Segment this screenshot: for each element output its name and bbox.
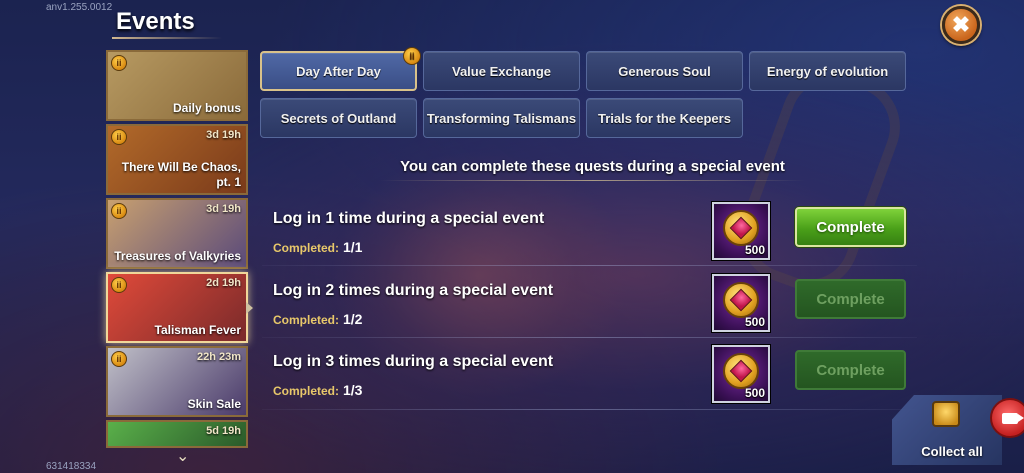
tab-label: Day After Day (296, 63, 381, 79)
tab-day-after-day[interactable]: Day After Day ii (260, 47, 421, 91)
event-card-partial[interactable]: 5d 19h (106, 420, 248, 448)
event-label: Treasures of Valkyries (114, 249, 241, 263)
gift-badge-icon: ii (403, 47, 421, 65)
collect-all-label: Collect all (921, 444, 983, 459)
event-card-talisman-fever[interactable]: ii 2d 19h Talisman Fever (106, 272, 248, 343)
quest-row: Log in 3 times during a special event Co… (262, 345, 917, 411)
collect-all-button[interactable]: Collect all (892, 395, 1002, 465)
progress-value: 1/1 (343, 239, 363, 255)
quest-description: Log in 1 time during a special event (273, 210, 545, 227)
video-camera-icon (1002, 412, 1024, 424)
tab-label: Secrets of Outland (280, 110, 397, 126)
close-button[interactable]: ✖ (942, 6, 980, 44)
tab-label: Value Exchange (452, 63, 551, 79)
talisman-coin-icon (723, 282, 759, 318)
tab-trials-for-the-keepers[interactable]: Trials for the Keepers (586, 98, 743, 138)
chest-icon (932, 401, 960, 427)
quest-progress: Completed: 1/3 (273, 382, 362, 398)
title-underline (112, 37, 222, 39)
tab-label: Generous Soul (618, 63, 711, 79)
heading-divider (380, 180, 805, 181)
version-label: anv1.255.0012 (46, 2, 113, 13)
event-timer: 3d 19h (206, 203, 241, 215)
event-timer: 22h 23m (196, 351, 241, 363)
complete-button[interactable]: Complete (795, 350, 906, 390)
close-icon: ✖ (951, 12, 971, 37)
selected-indicator-icon (246, 302, 253, 314)
gift-badge-icon: ii (111, 351, 127, 367)
tab-secrets-of-outland[interactable]: Secrets of Outland (260, 98, 417, 138)
quest-description: Log in 3 times during a special event (273, 353, 554, 370)
gift-badge-icon: ii (111, 203, 127, 219)
tab-generous-soul[interactable]: Generous Soul (586, 51, 743, 91)
quest-divider (262, 409, 917, 410)
quest-progress: Completed: 1/2 (273, 311, 362, 327)
gift-badge-icon: ii (111, 129, 127, 145)
event-card-skin-sale[interactable]: ii 22h 23m Skin Sale (106, 346, 248, 417)
progress-value: 1/2 (343, 311, 363, 327)
tab-value-exchange[interactable]: Value Exchange (423, 51, 580, 91)
tab-transforming-talismans[interactable]: Transforming Talismans (423, 98, 580, 138)
reward-count: 500 (744, 315, 765, 329)
gift-badge-icon: ii (111, 277, 127, 293)
reward-item[interactable]: 500 (712, 345, 770, 403)
scroll-down-icon[interactable]: ⌄ (176, 446, 189, 466)
quest-description: Log in 2 times during a special event (273, 282, 554, 299)
talisman-coin-icon (723, 210, 759, 246)
event-label: Skin Sale (187, 397, 241, 411)
record-button[interactable] (990, 398, 1024, 438)
complete-button[interactable]: Complete (795, 207, 906, 247)
event-label: There Will Be Chaos, pt. 1 (121, 160, 241, 189)
build-id: 631418334 (46, 461, 97, 472)
quest-progress: Completed: 1/1 (273, 239, 362, 255)
reward-item[interactable]: 500 (712, 202, 770, 260)
event-timer: 3d 19h (206, 129, 241, 141)
complete-button[interactable]: Complete (795, 279, 906, 319)
quest-row: Log in 2 times during a special event Co… (262, 274, 917, 340)
tab-label: Energy of evolution (766, 63, 889, 79)
quest-divider (262, 265, 917, 266)
reward-count: 500 (744, 386, 765, 400)
quest-row: Log in 1 time during a special event Com… (262, 202, 917, 268)
page-title: Events (116, 8, 195, 35)
reward-item[interactable]: 500 (712, 274, 770, 332)
progress-label: Completed: (273, 313, 339, 327)
event-card-chaos[interactable]: ii 3d 19h There Will Be Chaos, pt. 1 (106, 124, 248, 195)
reward-count: 500 (744, 243, 765, 257)
progress-label: Completed: (273, 384, 339, 398)
talisman-coin-icon (723, 353, 759, 389)
tab-label: Trials for the Keepers (598, 110, 731, 126)
event-label: Talisman Fever (154, 323, 241, 337)
event-card-daily-bonus[interactable]: ii Daily bonus (106, 50, 248, 121)
tab-label: Transforming Talismans (426, 110, 577, 126)
event-label: Daily bonus (172, 101, 241, 115)
quest-divider (262, 337, 917, 338)
event-card-valkyries[interactable]: ii 3d 19h Treasures of Valkyries (106, 198, 248, 269)
gift-badge-icon: ii (111, 55, 127, 71)
event-timer: 5d 19h (206, 425, 241, 437)
tab-energy-of-evolution[interactable]: Energy of evolution (749, 51, 906, 91)
quests-heading: You can complete these quests during a s… (400, 158, 785, 175)
event-timer: 2d 19h (206, 277, 241, 289)
progress-value: 1/3 (343, 382, 363, 398)
progress-label: Completed: (273, 241, 339, 255)
